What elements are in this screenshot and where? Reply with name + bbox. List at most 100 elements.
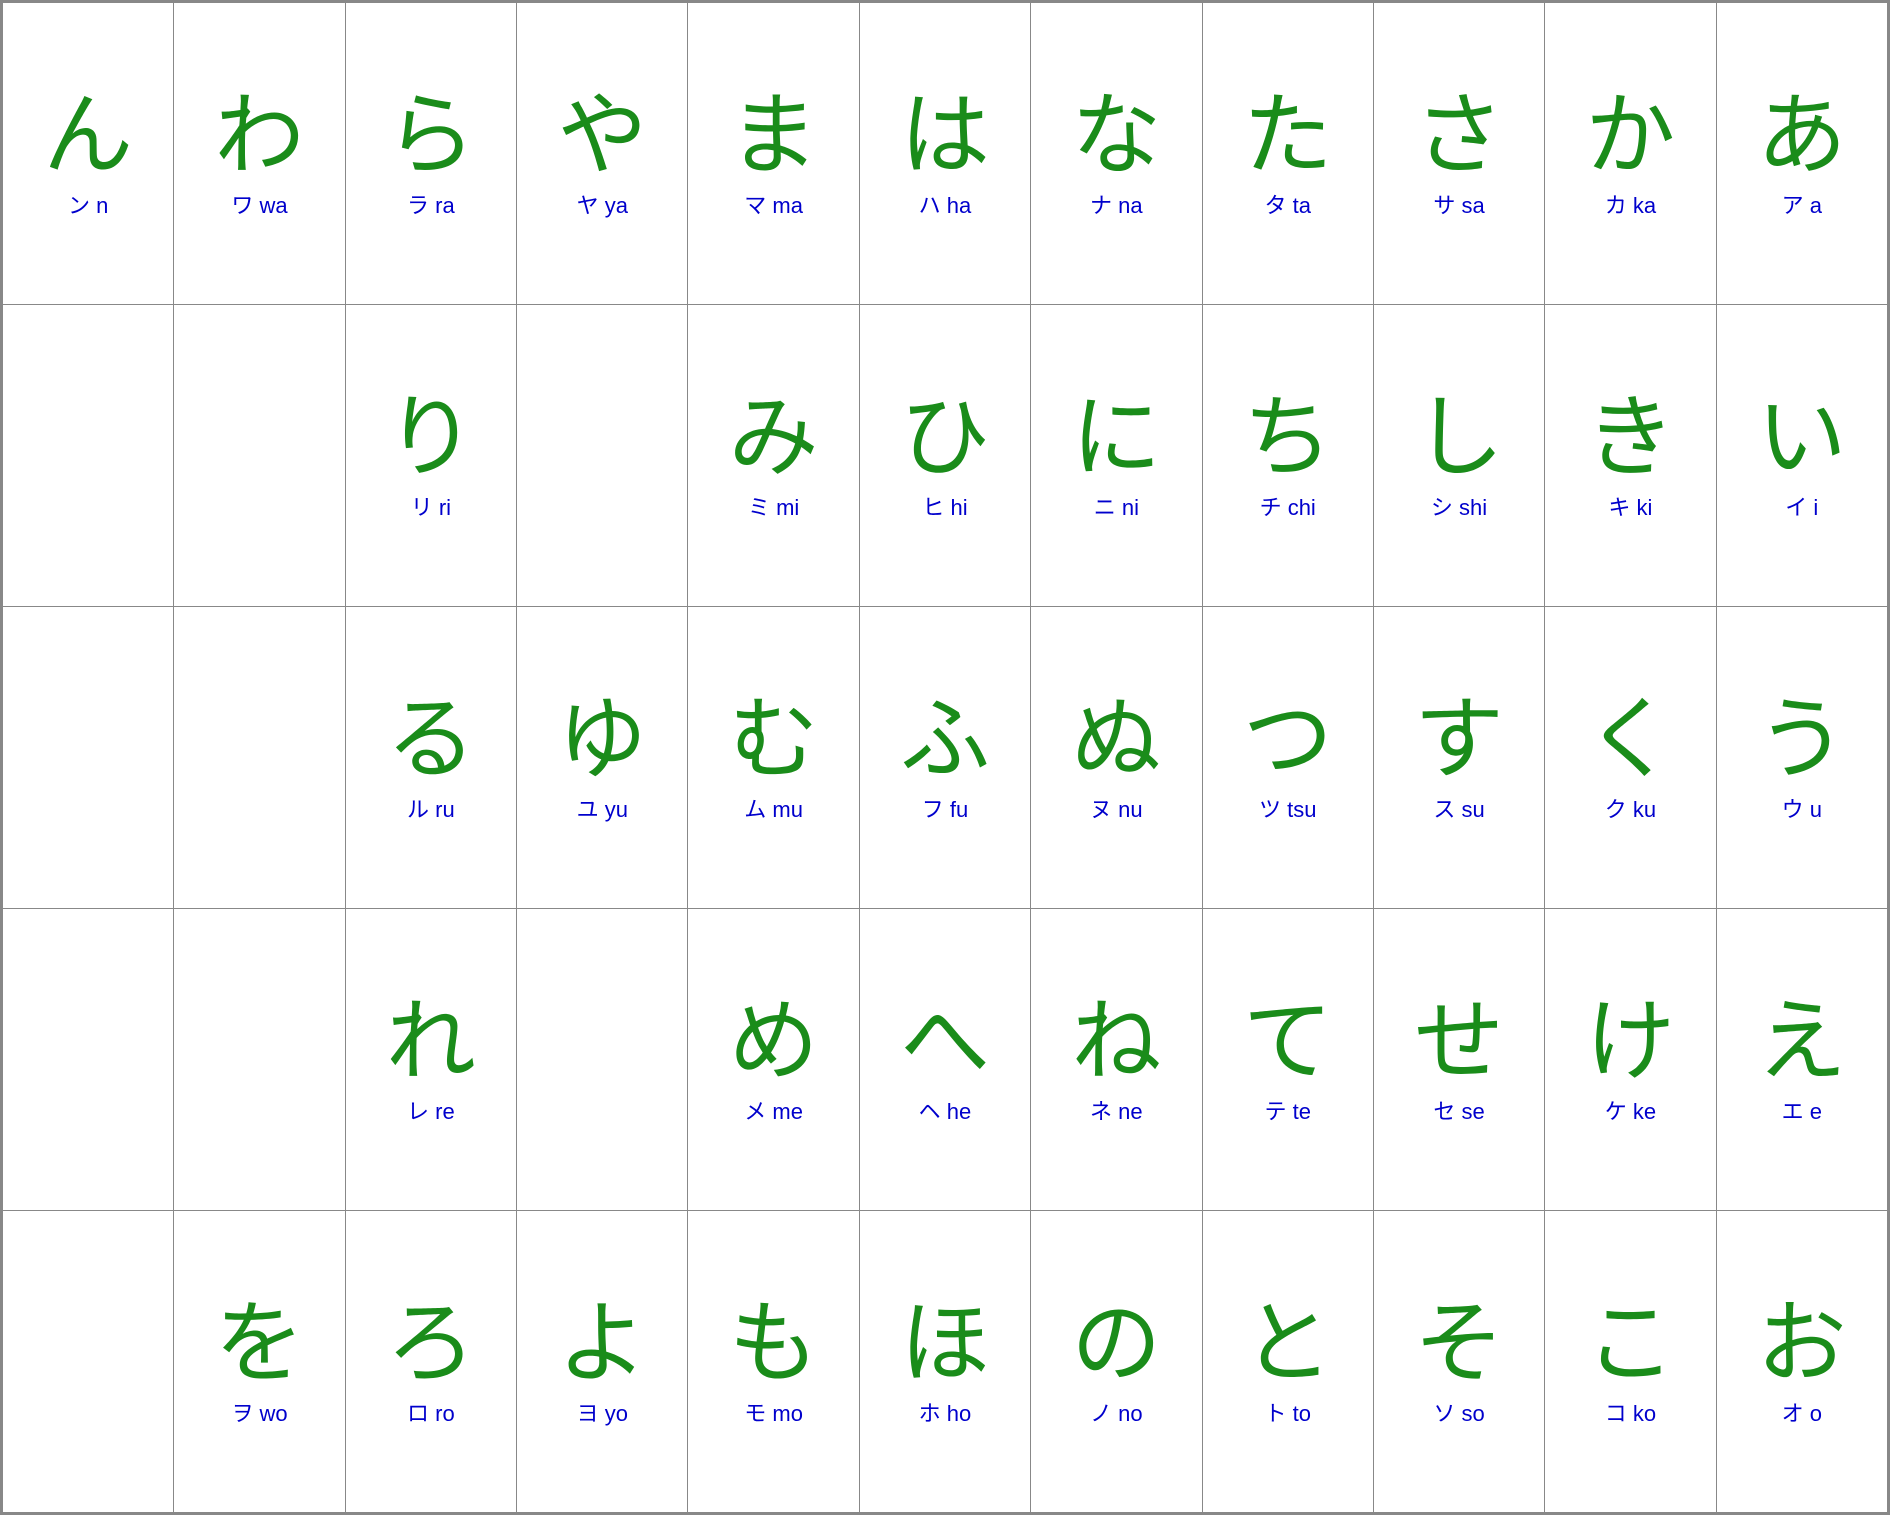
katakana-roman: ウ u [1782, 792, 1822, 824]
hiragana: か [1585, 92, 1675, 182]
hiragana: や [557, 92, 647, 182]
kana-cell: むム mu [688, 607, 859, 909]
hiragana: き [1585, 394, 1675, 484]
katakana-roman: オ o [1782, 1396, 1822, 1428]
hiragana: く [1585, 696, 1675, 786]
hiragana: む [729, 696, 819, 786]
kana-cell: わワ wa [174, 3, 345, 305]
kana-cell [3, 1211, 174, 1513]
hiragana: け [1585, 998, 1675, 1088]
hiragana: た [1243, 92, 1333, 182]
kana-cell: うウ u [1716, 607, 1887, 909]
kana-cell: こコ ko [1545, 1211, 1716, 1513]
kana-cell: のノ no [1031, 1211, 1202, 1513]
katakana-roman: メ me [744, 1094, 803, 1126]
katakana-roman: ミ mi [748, 490, 799, 522]
hiragana: ほ [900, 1300, 990, 1390]
kana-cell: しシ shi [1373, 305, 1544, 607]
kana-cell: りリ ri [345, 305, 516, 607]
kana-cell: ぬヌ nu [1031, 607, 1202, 909]
hiragana: と [1243, 1300, 1333, 1390]
hiragana: ぬ [1071, 696, 1161, 786]
kana-cell [3, 305, 174, 607]
katakana-roman: ム mu [744, 792, 803, 824]
katakana-roman: ヌ nu [1090, 792, 1143, 824]
hiragana: し [1414, 394, 1504, 484]
kana-cell [517, 305, 688, 607]
kana-cell: めメ me [688, 909, 859, 1211]
kana-cell: みミ mi [688, 305, 859, 607]
kana-cell: くク ku [1545, 607, 1716, 909]
katakana-roman: ト to [1264, 1396, 1310, 1428]
katakana-roman: ネ ne [1090, 1094, 1143, 1126]
katakana-roman: ユ yu [577, 792, 628, 824]
katakana-roman: ハ ha [919, 188, 972, 220]
katakana-roman: ヤ ya [577, 188, 628, 220]
kana-cell: つツ tsu [1202, 607, 1373, 909]
kana-cell: ちチ chi [1202, 305, 1373, 607]
katakana-roman: ン n [68, 188, 108, 220]
katakana-roman: タ ta [1264, 188, 1310, 220]
katakana-roman: マ ma [744, 188, 803, 220]
hiragana: つ [1243, 696, 1333, 786]
kana-cell [174, 305, 345, 607]
hiragana: す [1414, 696, 1504, 786]
kana-cell: すス su [1373, 607, 1544, 909]
kana-cell: なナ na [1031, 3, 1202, 305]
kana-cell: にニ ni [1031, 305, 1202, 607]
hiragana: を [215, 1300, 305, 1390]
hiragana: ま [729, 92, 819, 182]
kana-cell: へヘ he [859, 909, 1030, 1211]
kana-cell: らラ ra [345, 3, 516, 305]
katakana-roman: コ ko [1605, 1396, 1656, 1428]
katakana-roman: エ e [1782, 1094, 1822, 1126]
katakana-roman: ナ na [1090, 188, 1143, 220]
katakana-roman: ヒ hi [922, 490, 967, 522]
kana-cell: ゆユ yu [517, 607, 688, 909]
katakana-roman: ワ wa [231, 188, 287, 220]
kana-cell: てテ te [1202, 909, 1373, 1211]
hiragana: み [729, 394, 819, 484]
hiragana: こ [1585, 1300, 1675, 1390]
hiragana: そ [1414, 1300, 1504, 1390]
katakana-roman: ノ no [1090, 1396, 1143, 1428]
kana-cell: そソ so [1373, 1211, 1544, 1513]
katakana-roman: レ re [407, 1094, 455, 1126]
katakana-roman: ケ ke [1605, 1094, 1656, 1126]
hiragana: ひ [900, 394, 990, 484]
kana-cell [174, 607, 345, 909]
kana-cell: せセ se [1373, 909, 1544, 1211]
kana-cell: んン n [3, 3, 174, 305]
hiragana: ゆ [557, 696, 647, 786]
katakana-roman: セ se [1433, 1094, 1484, 1126]
hiragana: ち [1243, 394, 1333, 484]
katakana-roman: ニ ni [1094, 490, 1139, 522]
hiragana: も [729, 1300, 819, 1390]
kana-cell: ひヒ hi [859, 305, 1030, 607]
kana-cell: まマ ma [688, 3, 859, 305]
kana-cell: をヲ wo [174, 1211, 345, 1513]
kana-cell [174, 909, 345, 1211]
katakana-roman: ク ku [1605, 792, 1656, 824]
hiragana: れ [386, 998, 476, 1088]
hiragana: ら [386, 92, 476, 182]
hiragana: え [1757, 998, 1847, 1088]
hiragana: ん [43, 92, 133, 182]
hiragana: う [1757, 696, 1847, 786]
kana-chart: んン nわワ waらラ raやヤ yaまマ maはハ haなナ naたタ taさ… [0, 0, 1890, 1515]
kana-cell: いイ i [1716, 305, 1887, 607]
kana-cell: ろロ ro [345, 1211, 516, 1513]
hiragana: い [1757, 394, 1847, 484]
katakana-roman: ス su [1433, 792, 1484, 824]
hiragana: ね [1071, 998, 1161, 1088]
kana-cell: かカ ka [1545, 3, 1716, 305]
katakana-roman: シ shi [1431, 490, 1487, 522]
kana-cell: はハ ha [859, 3, 1030, 305]
hiragana: な [1071, 92, 1161, 182]
katakana-roman: フ fu [922, 792, 968, 824]
katakana-roman: ロ ro [407, 1396, 455, 1428]
kana-cell: たタ ta [1202, 3, 1373, 305]
hiragana: さ [1414, 92, 1504, 182]
hiragana: め [729, 998, 819, 1088]
katakana-roman: ツ tsu [1259, 792, 1316, 824]
